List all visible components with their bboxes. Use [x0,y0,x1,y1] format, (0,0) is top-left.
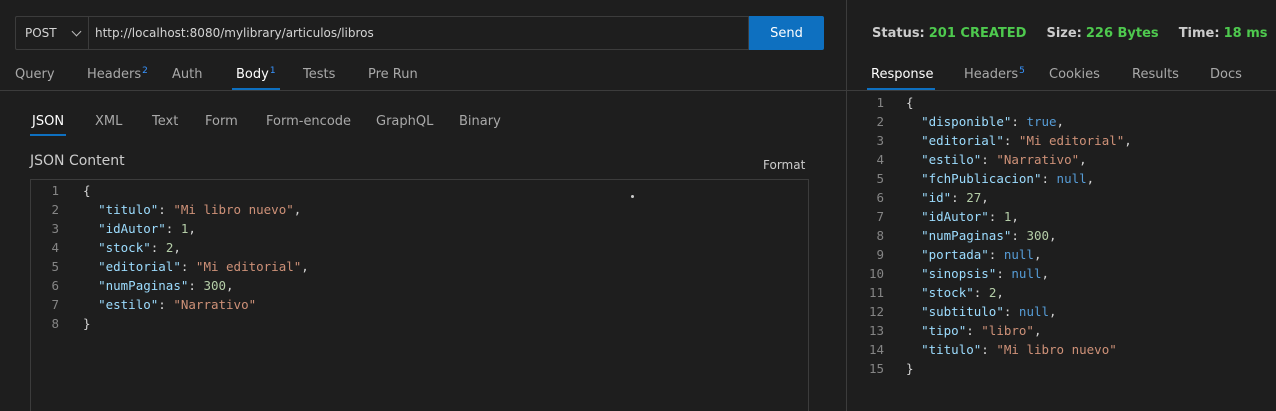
chevron-down-icon [71,26,82,36]
tab-docs[interactable]: Docs [1210,67,1242,82]
code-text: "portada": null, [921,247,1042,262]
code-text: "numPaginas": 300, [921,228,1057,243]
json-content-label: JSON Content [30,153,125,169]
line-number: 3 [51,221,59,236]
code-text: "estilo": "Narrativo" [98,297,257,312]
code-text: "id": 27, [921,190,989,205]
line-number: 13 [868,323,884,338]
tab-count-badge: 5 [1019,66,1025,76]
body-tab-xml[interactable]: XML [95,114,122,129]
code-text: "editorial": "Mi editorial", [921,133,1132,148]
code-text: "editorial": "Mi editorial", [98,259,309,274]
code-text: "stock": 2, [921,285,1004,300]
line-number: 8 [876,228,884,243]
line-number: 9 [876,247,884,262]
method-select[interactable]: POST [15,16,88,50]
line-number: 14 [868,342,884,357]
line-number: 5 [51,259,59,274]
body-tab-form-encode[interactable]: Form-encode [266,114,351,129]
code-text: } [906,361,914,376]
tab-body[interactable]: Body1 [232,60,280,90]
line-number: 4 [51,240,59,255]
format-button[interactable]: Format [763,158,805,172]
code-text: "stock": 2, [98,240,181,255]
tab-label: Body [236,67,269,82]
tab-label: Query [15,67,55,82]
line-number: 6 [51,278,59,293]
request-body-editor[interactable]: 1 {2 "titulo": "Mi libro nuevo", 3 "idAuto… [30,179,809,411]
code-text: "numPaginas": 300, [98,278,234,293]
code-text: "idAutor": 1, [98,221,196,236]
code-text: } [83,316,91,331]
response-tabs: Response Headers5 Cookies Results Docs [847,60,1276,90]
tab-tests[interactable]: Tests [303,60,335,90]
tab-label: Headers [87,67,142,82]
code-text: "fchPublicacion": null, [921,171,1095,186]
body-tab-text[interactable]: Text [152,114,178,129]
line-number: 15 [868,361,884,376]
code-text: "disponible": true, [921,114,1065,129]
time-value: 18 ms [1223,26,1268,41]
send-button[interactable]: Send [749,16,824,50]
cursor-dot [631,195,634,198]
line-number: 3 [876,133,884,148]
time-label: Time: [1178,26,1220,41]
line-number: 4 [876,152,884,167]
line-number: 6 [876,190,884,205]
tab-auth[interactable]: Auth [172,60,202,90]
tab-cookies[interactable]: Cookies [1049,67,1100,82]
line-number: 2 [51,202,59,217]
line-number: 2 [876,114,884,129]
tab-pre-run[interactable]: Pre Run [368,60,418,90]
tab-label: Tests [303,67,336,82]
code-text: "subtitulo": null, [921,304,1057,319]
line-number: 7 [876,209,884,224]
code-text: "titulo": "Mi libro nuevo" [921,342,1117,357]
tab-label: Auth [172,67,203,82]
line-number: 10 [868,266,884,281]
status-value: 201 CREATED [928,26,1027,41]
tab-results[interactable]: Results [1132,67,1179,82]
code-text: "idAutor": 1, [921,209,1019,224]
tab-label: Pre Run [368,67,418,82]
response-status-bar: Status: 201 CREATED Size: 226 Bytes Time… [872,26,1267,41]
tabs-divider [0,90,846,91]
request-panel: POST http://localhost:8080/mylibrary/art… [0,0,846,411]
size-label: Size: [1046,26,1082,41]
body-tab-binary[interactable]: Binary [459,114,501,129]
line-number: 1 [876,95,884,110]
tab-headers[interactable]: Headers2 [87,60,148,90]
body-tab-graphql[interactable]: GraphQL [376,114,433,129]
line-number: 1 [51,183,59,198]
code-text: "estilo": "Narrativo", [921,152,1087,167]
tab-count-badge: 2 [142,66,148,76]
tab-response[interactable]: Response [871,67,933,82]
line-number: 12 [868,304,884,319]
code-text: "sinopsis": null, [921,266,1050,281]
body-tab-form[interactable]: Form [205,114,238,129]
code-text: "titulo": "Mi libro nuevo", [98,202,302,217]
request-bar: POST http://localhost:8080/mylibrary/art… [15,16,824,50]
tab-query[interactable]: Query [15,60,55,90]
code-text: "tipo": "libro", [921,323,1042,338]
status-label: Status: [872,26,925,41]
response-panel: Status: 201 CREATED Size: 226 Bytes Time… [847,0,1276,411]
line-number: 7 [51,297,59,312]
body-tab-json[interactable]: JSON [29,114,67,136]
tab-response-headers[interactable]: Headers5 [964,66,1025,82]
size-value: 226 Bytes [1085,26,1159,41]
code-text: { [906,95,914,110]
response-body-viewer: 1 {2 "disponible": true, 3 "editorial": "M… [847,93,1276,411]
tab-label: Headers [964,67,1019,82]
url-input[interactable]: http://localhost:8080/mylibrary/articulo… [88,16,749,50]
line-number: 11 [868,285,884,300]
method-value: POST [25,26,57,40]
tab-count-badge: 1 [269,66,276,76]
code-text: { [83,183,91,198]
tabs-divider [847,90,1276,91]
line-number: 5 [876,171,884,186]
line-number: 8 [51,316,59,331]
